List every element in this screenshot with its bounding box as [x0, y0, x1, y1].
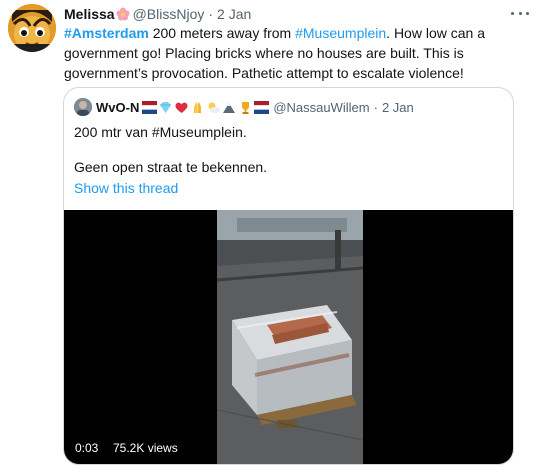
tweet-text-part1: 200 meters away from	[148, 25, 296, 41]
sun-cloud-icon	[208, 102, 221, 113]
tweet[interactable]: Melissa @BlissNjoy · 2 Jan #Amsterdam 20…	[0, 0, 541, 474]
quoted-header: WvO-N @NassauWillem · 2 Jan	[74, 98, 414, 116]
dutch-flag-icon	[254, 100, 270, 114]
video-player[interactable]: 0:03 75.2K views	[64, 210, 513, 464]
flower-emoji-icon	[116, 7, 130, 21]
more-options-icon[interactable]	[511, 6, 529, 20]
display-name[interactable]: Melissa	[64, 5, 115, 23]
quoted-display-name[interactable]: WvO-N	[96, 100, 139, 115]
quoted-timestamp[interactable]: 2 Jan	[382, 100, 414, 115]
tweet-text: #Amsterdam 200 meters away from #Museump…	[64, 23, 504, 83]
hashtag-museumplein[interactable]: #Museumplein	[295, 25, 386, 41]
red-heart-icon	[175, 102, 188, 113]
diamond-icon	[160, 101, 172, 113]
tweet-header: Melissa @BlissNjoy · 2 Jan	[64, 5, 524, 23]
avatar-illustration	[8, 4, 56, 52]
quoted-name-emojis	[142, 100, 270, 114]
dutch-flag-icon	[142, 100, 158, 114]
quoted-separator: ·	[373, 99, 378, 115]
quoted-handle[interactable]: @NassauWillem	[273, 100, 369, 115]
quoted-text-line1: 200 mtr van #Museumplein.	[74, 124, 247, 140]
show-thread-link[interactable]: Show this thread	[74, 178, 178, 198]
quoted-avatar	[74, 98, 92, 116]
mountain-icon	[223, 102, 236, 113]
quoted-text-line2: Geen open straat te bekennen.	[74, 159, 268, 175]
handle[interactable]: @BlissNjoy	[133, 5, 205, 23]
hashtag-amsterdam[interactable]: #Amsterdam	[64, 25, 149, 41]
video-views: 75.2K views	[113, 441, 178, 455]
video-frame	[217, 210, 363, 464]
timestamp[interactable]: 2 Jan	[217, 5, 251, 23]
praying-hands-icon	[194, 101, 202, 113]
trophy-icon	[242, 101, 250, 114]
quoted-tweet[interactable]: WvO-N @NassauWillem · 2 Jan 200 mtr van …	[63, 87, 514, 465]
separator: ·	[208, 6, 214, 22]
avatar[interactable]	[8, 4, 56, 52]
video-duration: 0:03	[75, 441, 99, 455]
